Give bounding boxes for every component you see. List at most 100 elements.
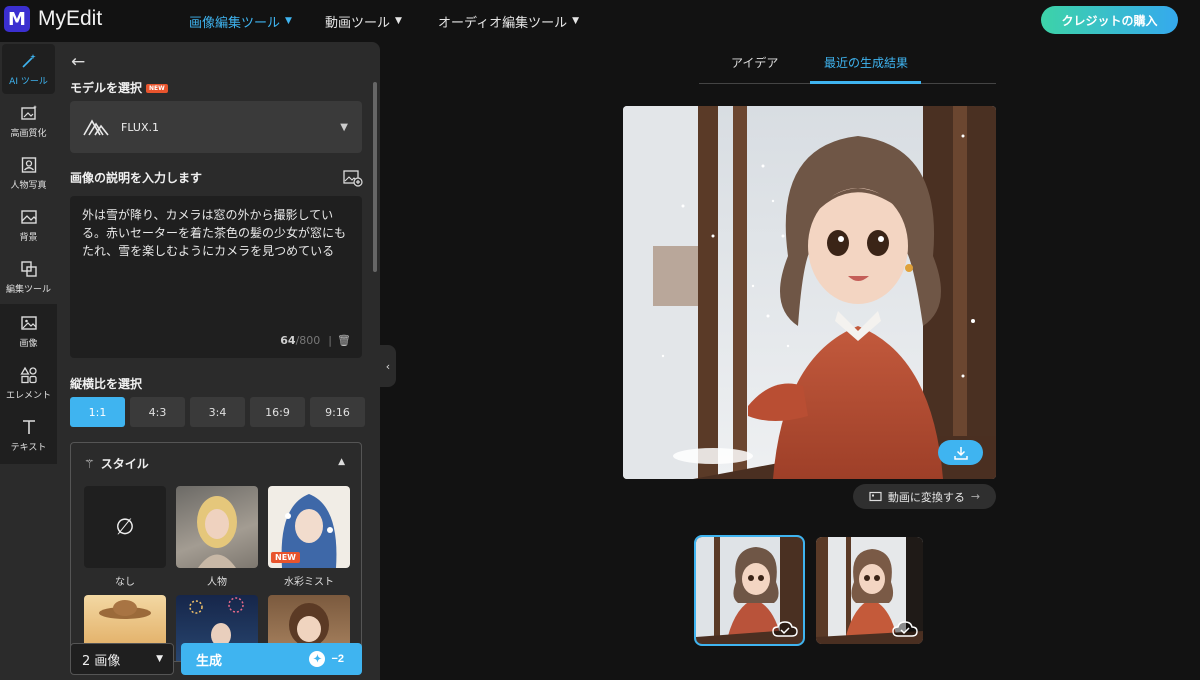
image-icon	[20, 315, 37, 330]
portrait-icon	[21, 156, 36, 173]
generate-cost: ✦ −2	[309, 651, 344, 667]
rail-item-edit-tools[interactable]: 編集ツール	[2, 252, 55, 302]
prompt-section-label: 画像の説明を入力します	[70, 171, 203, 185]
chevron-down-icon: ▼	[285, 16, 292, 26]
result-thumbnail-2[interactable]	[816, 537, 923, 644]
convert-to-video-button[interactable]: 動画に変換する →	[853, 484, 996, 509]
back-arrow-icon[interactable]: ←	[71, 52, 85, 72]
model-label-text: モデルを選択	[70, 81, 143, 95]
generate-label: 生成	[196, 652, 223, 668]
counter-divider: |	[328, 334, 332, 347]
nav-item-label: 動画ツール	[325, 15, 391, 31]
download-button[interactable]	[938, 440, 983, 465]
top-bar: M MyEdit 画像編集ツール ▼ 動画ツール ▼ オーディオ編集ツール ▼ クレジ…	[0, 0, 1200, 42]
style-label-portrait: 人物	[207, 577, 227, 588]
add-image-icon[interactable]	[343, 169, 363, 187]
result-tabs: アイデア 最近の生成結果	[699, 42, 996, 84]
none-icon: ∅	[115, 514, 135, 540]
text-icon	[22, 419, 35, 434]
portrait-thumbnail-image	[197, 496, 237, 568]
nav-item-label: オーディオ編集ツール	[438, 15, 568, 31]
buy-credits-button[interactable]: クレジットの購入	[1041, 6, 1178, 34]
rail-item-image[interactable]: 画像	[2, 306, 55, 356]
image-count-value: 2 画像	[82, 653, 121, 669]
snow-girl-image	[623, 106, 996, 479]
generation-panel: ← モデルを選択 NEW FLUX.1 ▼ 画像の説明を入力します 外は雪が降り、…	[57, 42, 380, 680]
rail-item-ai-tools[interactable]: AI ツール	[2, 44, 55, 94]
ratio-3-4[interactable]: 3:4	[190, 397, 245, 427]
ratio-16-9[interactable]: 16:9	[250, 397, 305, 427]
char-counter: 64/800 |	[280, 332, 332, 350]
generate-button[interactable]: 生成 ✦ −2	[181, 643, 362, 675]
style-label-watercolor: 水彩ミスト	[284, 577, 334, 588]
style-tile-none[interactable]: ∅	[84, 486, 166, 568]
caret-down-icon: ▼	[340, 121, 348, 133]
caret-down-icon: ▼	[156, 654, 163, 664]
prompt-textarea[interactable]: 外は雪が降り、カメラは窓の外から撮影している。赤いセーターを着た茶色の髪の少女が…	[70, 196, 362, 358]
result-thumbnail-1[interactable]	[694, 535, 805, 646]
trash-icon[interactable]: 🗑	[337, 332, 351, 350]
active-tab-indicator	[810, 81, 921, 84]
nav-item-label: 画像編集ツール	[189, 15, 281, 31]
collapse-panel-handle[interactable]: ‹	[380, 345, 396, 387]
ratio-1-1[interactable]: 1:1	[70, 397, 125, 427]
app-name: MyEdit	[38, 7, 103, 30]
style-label-none: なし	[115, 577, 135, 588]
tab-ideas[interactable]: アイデア	[731, 54, 778, 71]
char-max: /800	[295, 334, 321, 347]
enhance-icon	[20, 104, 37, 120]
credit-icon: ✦	[309, 651, 326, 667]
arrow-right-icon: →	[970, 490, 981, 503]
chevron-down-icon: ▼	[572, 16, 580, 26]
caret-up-icon[interactable]: ▲	[338, 457, 345, 467]
rail-item-label: エレメント	[5, 390, 51, 401]
rail-item-elements[interactable]: エレメント	[2, 358, 55, 408]
rail-item-label: 人物写真	[10, 180, 47, 191]
convert-to-video-label: 動画に変換する	[887, 490, 965, 504]
model-section-label: モデルを選択 NEW	[70, 79, 168, 96]
background-icon	[20, 209, 37, 224]
style-label: スタイル	[100, 457, 149, 471]
sparkle-wand-icon: ⚚	[84, 456, 95, 471]
magic-wand-icon	[21, 53, 36, 68]
rail-item-label: 高画質化	[10, 128, 47, 139]
rail-item-label: テキスト	[10, 442, 47, 453]
style-tile-watercolor[interactable]: NEW	[268, 486, 350, 568]
style-header[interactable]: ⚚ スタイル	[84, 455, 149, 472]
video-icon	[869, 491, 882, 502]
rail-item-label: 画像	[19, 338, 38, 349]
chevron-down-icon: ▼	[395, 16, 402, 26]
rail-item-label: 編集ツール	[5, 284, 51, 295]
prompt-text: 外は雪が降り、カメラは窓の外から撮影している。赤いセーターを着た茶色の髪の少女が…	[82, 208, 347, 258]
generated-image-preview[interactable]	[623, 106, 996, 479]
image-count-dropdown[interactable]: 2 画像 ▼	[70, 643, 174, 675]
rail-item-label: AI ツール	[9, 76, 48, 87]
download-icon	[953, 446, 968, 460]
tool-rail: AI ツール 高画質化 人物写真 背景 編集ツール 画像 エレメント テキスト	[0, 42, 57, 680]
rail-item-background[interactable]: 背景	[2, 200, 55, 250]
cloud-saved-icon	[772, 621, 798, 637]
rail-item-enhance[interactable]: 高画質化	[2, 96, 55, 146]
cost-value: −2	[331, 653, 344, 665]
rail-item-text[interactable]: テキスト	[2, 410, 55, 460]
logo-mark: M	[4, 6, 30, 32]
panel-scrollbar[interactable]	[373, 82, 377, 272]
nav-image-tools[interactable]: 画像編集ツール ▼	[189, 0, 292, 42]
ratio-9-16[interactable]: 9:16	[310, 397, 365, 427]
ratio-section-label: 縦横比を選択	[70, 377, 143, 391]
tab-recent-results[interactable]: 最近の生成結果	[824, 54, 908, 71]
chevron-left-icon: ‹	[385, 359, 391, 373]
rail-item-label: 背景	[19, 232, 38, 243]
ratio-4-3[interactable]: 4:3	[130, 397, 185, 427]
ratio-options: 1:1 4:3 3:4 16:9 9:16	[70, 397, 365, 427]
rail-item-portrait[interactable]: 人物写真	[2, 148, 55, 198]
nav-audio-tools[interactable]: オーディオ編集ツール ▼	[438, 0, 579, 42]
new-badge: NEW	[146, 84, 168, 93]
logo[interactable]: M MyEdit	[4, 6, 102, 32]
nav-video-tools[interactable]: 動画ツール ▼	[325, 0, 402, 42]
model-dropdown[interactable]: FLUX.1 ▼	[70, 101, 362, 153]
new-badge: NEW	[271, 552, 300, 563]
style-tile-portrait[interactable]	[176, 486, 258, 568]
model-name: FLUX.1	[121, 120, 159, 134]
cloud-saved-icon	[892, 621, 918, 637]
